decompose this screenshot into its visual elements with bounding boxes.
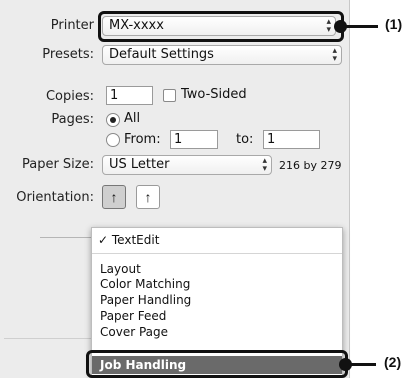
orientation-label: Orientation: (16, 190, 94, 205)
presets-label: Presets: (42, 47, 94, 62)
print-dialog: Printer MX-xxxx ▴ ▾ Presets: Default Sett… (0, 0, 350, 378)
pages-to-label: to: (236, 132, 254, 147)
printer-label: Printer (50, 18, 94, 33)
pages-from-field[interactable]: 1 (170, 130, 218, 149)
menu-item-paper-feed[interactable]: Paper Feed (100, 309, 166, 323)
popup-arrows-icon: ▴ ▾ (332, 46, 337, 64)
copies-field[interactable]: 1 (106, 86, 153, 105)
presets-value: Default Settings (109, 47, 214, 62)
menu-item-paper-handling[interactable]: Paper Handling (100, 293, 191, 307)
paper-size-value: US Letter (109, 157, 170, 172)
paper-size-dims: 216 by 279 (279, 159, 342, 172)
paper-size-popup[interactable]: US Letter ▴ ▾ (102, 155, 272, 175)
paper-size-label: Paper Size: (21, 157, 94, 172)
presets-popup[interactable]: Default Settings ▴ ▾ (102, 45, 342, 65)
checkmark-icon: ✓ (98, 233, 109, 247)
pages-from-label: From: (124, 132, 161, 147)
pages-from-radio[interactable] (106, 133, 120, 147)
menu-item-textedit-label: TextEdit (111, 233, 160, 247)
callout-1-frame (98, 11, 344, 42)
separator-left (40, 237, 91, 238)
pages-to-field[interactable]: 1 (263, 130, 320, 149)
callout-1-number: (1) (385, 16, 403, 32)
landscape-orientation-button[interactable]: ↑ (136, 185, 160, 209)
menu-item-layout[interactable]: Layout (100, 262, 141, 276)
callout-1-line (344, 25, 378, 28)
menu-item-textedit[interactable]: ✓ TextEdit (98, 233, 159, 247)
popup-arrows-icon: ▴ ▾ (262, 156, 267, 174)
separator-bottom (4, 338, 91, 339)
pages-all-radio[interactable] (106, 113, 120, 127)
pages-label: Pages: (51, 112, 94, 127)
two-sided-checkbox[interactable] (163, 89, 176, 102)
callout-2-frame (86, 350, 348, 378)
callout-2-line (349, 363, 376, 366)
callout-2-number: (2) (384, 354, 402, 370)
two-sided-label: Two-Sided (181, 87, 247, 102)
copies-label: Copies: (45, 89, 94, 104)
portrait-orientation-button[interactable]: ↑ (102, 185, 126, 209)
landscape-icon: ↑ (144, 189, 152, 205)
portrait-icon: ↑ (110, 189, 118, 205)
menu-item-cover-page[interactable]: Cover Page (100, 325, 168, 339)
menu-separator (92, 253, 342, 254)
pages-all-label: All (124, 111, 141, 126)
menu-item-color-matching[interactable]: Color Matching (100, 277, 190, 291)
